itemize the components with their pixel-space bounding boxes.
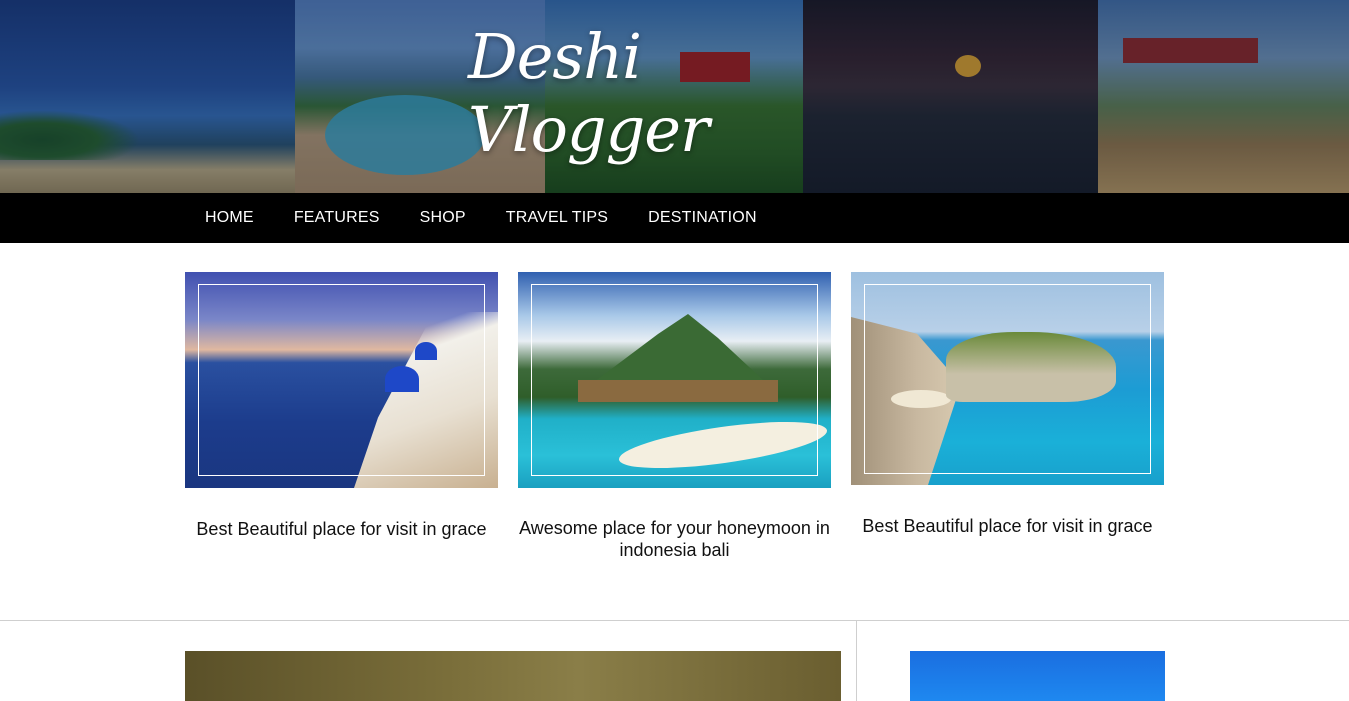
featured-card-image[interactable] bbox=[518, 272, 831, 488]
featured-posts: Best Beautiful place for visit in grace … bbox=[185, 272, 1165, 572]
nav-item-features[interactable]: FEATURES bbox=[294, 209, 380, 227]
image-frame bbox=[864, 284, 1151, 474]
nav-item-home[interactable]: HOME bbox=[205, 209, 254, 227]
sidebar-post-image[interactable] bbox=[910, 651, 1165, 701]
main-post-image[interactable] bbox=[185, 651, 841, 701]
column-divider bbox=[856, 620, 857, 701]
featured-card-image[interactable] bbox=[851, 272, 1164, 485]
image-frame bbox=[531, 284, 818, 476]
featured-card[interactable]: Best Beautiful place for visit in grace bbox=[185, 272, 498, 540]
nav-item-travel-tips[interactable]: TRAVEL TIPS bbox=[506, 209, 608, 227]
site-logo[interactable]: Deshi Vlogger bbox=[468, 20, 898, 166]
featured-card-title[interactable]: Best Beautiful place for visit in grace bbox=[851, 515, 1164, 537]
nav-item-destination[interactable]: DESTINATION bbox=[648, 209, 757, 227]
image-frame bbox=[198, 284, 485, 476]
featured-card-image[interactable] bbox=[185, 272, 498, 488]
featured-card[interactable]: Best Beautiful place for visit in grace bbox=[851, 272, 1164, 537]
featured-card-title[interactable]: Best Beautiful place for visit in grace bbox=[185, 518, 498, 540]
hero-banner: Deshi Vlogger bbox=[0, 0, 1349, 193]
main-nav: HOME FEATURES SHOP TRAVEL TIPS DESTINATI… bbox=[0, 193, 1349, 243]
featured-card-title[interactable]: Awesome place for your honeymoon in indo… bbox=[518, 517, 831, 561]
featured-card[interactable]: Awesome place for your honeymoon in indo… bbox=[518, 272, 831, 561]
nav-item-shop[interactable]: SHOP bbox=[420, 209, 466, 227]
section-divider bbox=[0, 620, 1349, 621]
